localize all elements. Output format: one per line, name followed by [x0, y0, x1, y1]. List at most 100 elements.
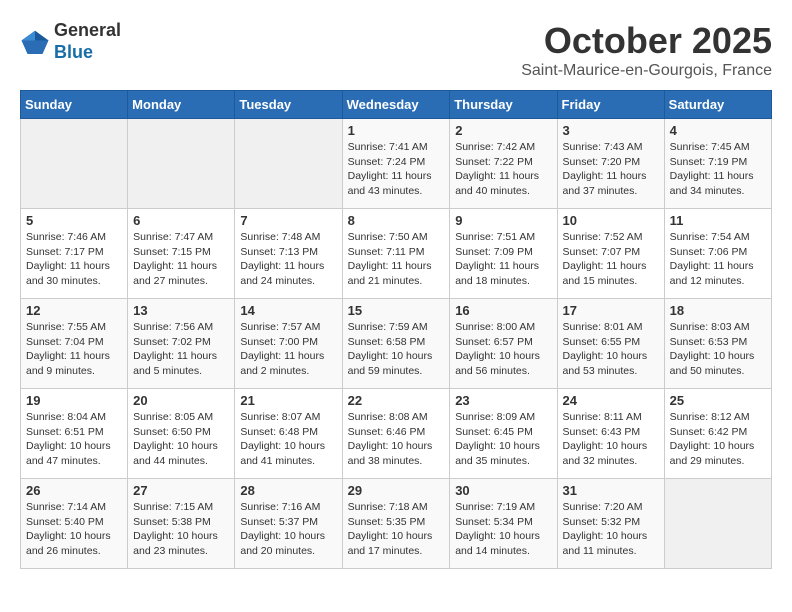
day-info: Sunrise: 7:42 AM Sunset: 7:22 PM Dayligh…	[455, 140, 551, 199]
location-title: Saint-Maurice-en-Gourgois, France	[521, 62, 772, 80]
day-number: 13	[133, 303, 229, 318]
calendar-table: SundayMondayTuesdayWednesdayThursdayFrid…	[20, 90, 772, 569]
title-area: October 2025 Saint-Maurice-en-Gourgois, …	[521, 20, 772, 80]
day-number: 25	[670, 393, 766, 408]
day-info: Sunrise: 7:20 AM Sunset: 5:32 PM Dayligh…	[563, 500, 659, 559]
day-number: 8	[348, 213, 445, 228]
logo: General Blue	[20, 20, 121, 63]
logo-blue: Blue	[54, 42, 121, 64]
day-number: 28	[240, 483, 336, 498]
calendar-week-row: 12Sunrise: 7:55 AM Sunset: 7:04 PM Dayli…	[21, 299, 772, 389]
day-number: 22	[348, 393, 445, 408]
calendar-week-row: 19 Sunrise: 8:04 AM Sunset: 6:51 PM Dayli…	[21, 389, 772, 479]
weekday-header-row: SundayMondayTuesdayWednesdayThursdayFrid…	[21, 91, 772, 119]
day-number: 10	[563, 213, 659, 228]
weekday-header-thursday: Thursday	[450, 91, 557, 119]
calendar-cell: 23 Sunrise: 8:09 AM Sunset: 6:45 PM Dayli…	[450, 389, 557, 479]
calendar-cell: 8Sunrise: 7:50 AM Sunset: 7:11 PM Daylig…	[342, 209, 450, 299]
day-info: Sunrise: 8:09 AM Sunset: 6:45 PM Dayligh…	[455, 410, 551, 469]
day-info: Sunrise: 7:18 AM Sunset: 5:35 PM Dayligh…	[348, 500, 445, 559]
calendar-cell: 21 Sunrise: 8:07 AM Sunset: 6:48 PM Dayli…	[235, 389, 342, 479]
day-number: 23	[455, 393, 551, 408]
calendar-cell: 19 Sunrise: 8:04 AM Sunset: 6:51 PM Dayli…	[21, 389, 128, 479]
calendar-cell	[128, 119, 235, 209]
logo-general: General	[54, 20, 121, 42]
calendar-cell: 7 Sunrise: 7:48 AM Sunset: 7:13 PM Daylig…	[235, 209, 342, 299]
day-number: 3	[563, 123, 659, 138]
calendar-cell: 11Sunrise: 7:54 AM Sunset: 7:06 PM Dayli…	[664, 209, 771, 299]
day-number: 15	[348, 303, 445, 318]
day-number: 2	[455, 123, 551, 138]
day-number: 19	[26, 393, 122, 408]
calendar-cell: 28 Sunrise: 7:16 AM Sunset: 5:37 PM Dayli…	[235, 479, 342, 569]
calendar-cell: 6 Sunrise: 7:47 AM Sunset: 7:15 PM Daylig…	[128, 209, 235, 299]
day-info: Sunrise: 7:19 AM Sunset: 5:34 PM Dayligh…	[455, 500, 551, 559]
calendar-cell: 3 Sunrise: 7:43 AM Sunset: 7:20 PM Daylig…	[557, 119, 664, 209]
calendar-cell: 12Sunrise: 7:55 AM Sunset: 7:04 PM Dayli…	[21, 299, 128, 389]
day-number: 9	[455, 213, 551, 228]
day-number: 5	[26, 213, 122, 228]
calendar-cell: 18 Sunrise: 8:03 AM Sunset: 6:53 PM Dayli…	[664, 299, 771, 389]
day-info: Sunrise: 8:00 AM Sunset: 6:57 PM Dayligh…	[455, 320, 551, 379]
calendar-cell: 14Sunrise: 7:57 AM Sunset: 7:00 PM Dayli…	[235, 299, 342, 389]
day-number: 18	[670, 303, 766, 318]
day-number: 7	[240, 213, 336, 228]
day-number: 20	[133, 393, 229, 408]
page-header: General Blue October 2025 Saint-Maurice-…	[20, 20, 772, 80]
day-info: Sunrise: 8:01 AM Sunset: 6:55 PM Dayligh…	[563, 320, 659, 379]
day-info: Sunrise: 8:08 AM Sunset: 6:46 PM Dayligh…	[348, 410, 445, 469]
day-number: 29	[348, 483, 445, 498]
day-number: 31	[563, 483, 659, 498]
day-number: 17	[563, 303, 659, 318]
weekday-header-sunday: Sunday	[21, 91, 128, 119]
day-info: Sunrise: 8:03 AM Sunset: 6:53 PM Dayligh…	[670, 320, 766, 379]
day-info: Sunrise: 8:07 AM Sunset: 6:48 PM Dayligh…	[240, 410, 336, 469]
weekday-header-friday: Friday	[557, 91, 664, 119]
day-number: 4	[670, 123, 766, 138]
day-number: 21	[240, 393, 336, 408]
weekday-header-monday: Monday	[128, 91, 235, 119]
calendar-cell: 1 Sunrise: 7:41 AM Sunset: 7:24 PM Daylig…	[342, 119, 450, 209]
calendar-cell: 4Sunrise: 7:45 AM Sunset: 7:19 PM Daylig…	[664, 119, 771, 209]
day-number: 12	[26, 303, 122, 318]
day-number: 11	[670, 213, 766, 228]
day-info: Sunrise: 8:04 AM Sunset: 6:51 PM Dayligh…	[26, 410, 122, 469]
calendar-cell	[235, 119, 342, 209]
weekday-header-saturday: Saturday	[664, 91, 771, 119]
day-info: Sunrise: 7:46 AM Sunset: 7:17 PM Dayligh…	[26, 230, 122, 289]
day-info: Sunrise: 7:52 AM Sunset: 7:07 PM Dayligh…	[563, 230, 659, 289]
calendar-week-row: 5 Sunrise: 7:46 AM Sunset: 7:17 PM Daylig…	[21, 209, 772, 299]
day-number: 30	[455, 483, 551, 498]
day-number: 1	[348, 123, 445, 138]
month-title: October 2025	[521, 20, 772, 62]
day-info: Sunrise: 8:11 AM Sunset: 6:43 PM Dayligh…	[563, 410, 659, 469]
calendar-cell: 22 Sunrise: 8:08 AM Sunset: 6:46 PM Dayli…	[342, 389, 450, 479]
calendar-cell: 2 Sunrise: 7:42 AM Sunset: 7:22 PM Daylig…	[450, 119, 557, 209]
calendar-cell: 9Sunrise: 7:51 AM Sunset: 7:09 PM Daylig…	[450, 209, 557, 299]
calendar-cell: 25 Sunrise: 8:12 AM Sunset: 6:42 PM Dayli…	[664, 389, 771, 479]
day-info: Sunrise: 7:16 AM Sunset: 5:37 PM Dayligh…	[240, 500, 336, 559]
calendar-cell: 20Sunrise: 8:05 AM Sunset: 6:50 PM Dayli…	[128, 389, 235, 479]
weekday-header-wednesday: Wednesday	[342, 91, 450, 119]
day-info: Sunrise: 7:57 AM Sunset: 7:00 PM Dayligh…	[240, 320, 336, 379]
day-number: 27	[133, 483, 229, 498]
calendar-cell	[21, 119, 128, 209]
calendar-week-row: 1 Sunrise: 7:41 AM Sunset: 7:24 PM Daylig…	[21, 119, 772, 209]
day-info: Sunrise: 7:41 AM Sunset: 7:24 PM Dayligh…	[348, 140, 445, 199]
calendar-cell: 5 Sunrise: 7:46 AM Sunset: 7:17 PM Daylig…	[21, 209, 128, 299]
day-number: 6	[133, 213, 229, 228]
day-info: Sunrise: 7:59 AM Sunset: 6:58 PM Dayligh…	[348, 320, 445, 379]
calendar-cell: 16Sunrise: 8:00 AM Sunset: 6:57 PM Dayli…	[450, 299, 557, 389]
day-number: 24	[563, 393, 659, 408]
day-info: Sunrise: 7:43 AM Sunset: 7:20 PM Dayligh…	[563, 140, 659, 199]
day-info: Sunrise: 7:56 AM Sunset: 7:02 PM Dayligh…	[133, 320, 229, 379]
calendar-body: 1 Sunrise: 7:41 AM Sunset: 7:24 PM Daylig…	[21, 119, 772, 569]
weekday-header-tuesday: Tuesday	[235, 91, 342, 119]
day-number: 26	[26, 483, 122, 498]
calendar-cell: 24 Sunrise: 8:11 AM Sunset: 6:43 PM Dayli…	[557, 389, 664, 479]
day-info: Sunrise: 8:12 AM Sunset: 6:42 PM Dayligh…	[670, 410, 766, 469]
calendar-cell: 17 Sunrise: 8:01 AM Sunset: 6:55 PM Dayli…	[557, 299, 664, 389]
calendar-cell: 26Sunrise: 7:14 AM Sunset: 5:40 PM Dayli…	[21, 479, 128, 569]
day-info: Sunrise: 7:47 AM Sunset: 7:15 PM Dayligh…	[133, 230, 229, 289]
day-info: Sunrise: 7:48 AM Sunset: 7:13 PM Dayligh…	[240, 230, 336, 289]
